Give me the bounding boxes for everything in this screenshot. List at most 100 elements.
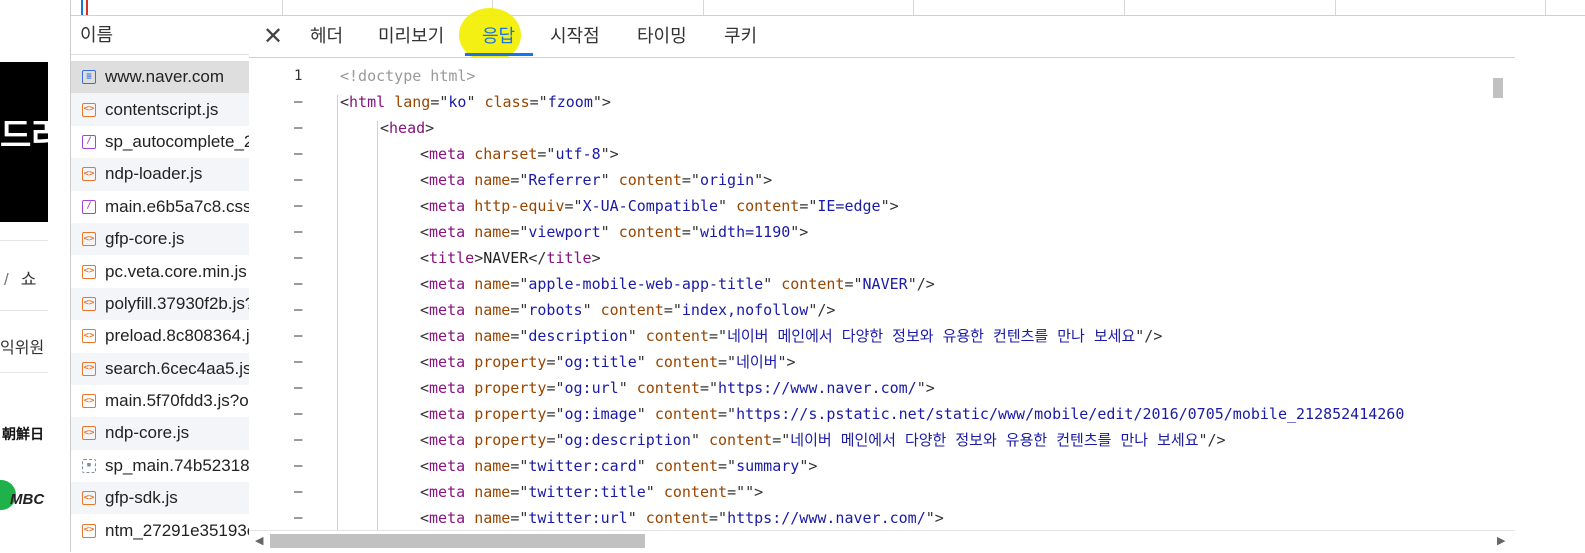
response-source-viewer[interactable]: 1 <!doctype html> – <html lang="ko" class="… (249, 58, 1515, 530)
code-source: <meta name="twitter:title" content=""> (420, 479, 763, 505)
code-line[interactable]: – <meta property="og:image" content="http… (249, 401, 1499, 427)
code-line[interactable]: – <meta name="twitter:card" content="summ… (249, 453, 1499, 479)
line-number[interactable]: – (294, 349, 314, 375)
waterfall-overview[interactable] (71, 0, 1585, 16)
scrollbar-thumb[interactable] (270, 534, 645, 548)
code-token: content (618, 223, 682, 241)
code-line[interactable]: – <meta name="Referrer" content="origin"> (249, 167, 1499, 193)
line-number[interactable]: – (294, 505, 314, 530)
tab-timing[interactable]: 타이밍 (637, 22, 687, 48)
scroll-right-arrow-icon[interactable]: ▶ (1497, 534, 1505, 547)
code-line[interactable]: – <title>NAVER</title> (249, 245, 1499, 271)
scrollbar-thumb[interactable] (1493, 78, 1503, 98)
line-number[interactable]: – (294, 115, 314, 141)
press-logo-chosun[interactable]: 朝鮮日 (2, 424, 44, 444)
line-number[interactable]: – (294, 219, 314, 245)
code-token: < (420, 431, 430, 449)
code-token: https://www.naver.com/ (718, 379, 917, 397)
tab-cookies[interactable]: 쿠키 (724, 22, 757, 48)
nav-item-shopping[interactable]: 쇼 (21, 270, 37, 289)
code-token: name (474, 223, 511, 241)
page-text[interactable]: 익위원 (0, 334, 44, 358)
script-icon: <> (82, 361, 96, 376)
tab-initiator[interactable]: 시작점 (550, 22, 600, 48)
code-line[interactable]: – <meta name="robots" content="index,nofo… (249, 297, 1499, 323)
line-number[interactable]: – (294, 375, 314, 401)
code-token: content (618, 171, 682, 189)
code-source: <html lang="ko" class="fzoom"> (340, 89, 611, 115)
line-number[interactable]: – (294, 401, 314, 427)
code-line[interactable]: – <meta property="og:description" content… (249, 427, 1499, 453)
line-number[interactable]: 1 (294, 63, 314, 89)
press-logo-mbc[interactable]: MBC (10, 491, 44, 508)
code-token: description (528, 327, 628, 345)
line-number[interactable]: – (294, 141, 314, 167)
code-line[interactable]: – <html lang="ko" class="fzoom"> (249, 89, 1499, 115)
code-token: lang (394, 93, 431, 111)
waterfall-gridline (703, 0, 704, 15)
detail-tab-bar: ✕ 헤더 미리보기 응답 시작점 타이밍 쿠키 (249, 8, 1515, 62)
line-number[interactable]: – (294, 167, 314, 193)
code-line[interactable]: – <meta name="twitter:title" content=""> (249, 479, 1499, 505)
code-token: "> (600, 145, 619, 163)
code-token: "> (777, 353, 796, 371)
line-number[interactable]: – (294, 245, 314, 271)
line-number[interactable]: – (294, 193, 314, 219)
code-token: =" (564, 197, 583, 215)
code-token: < (420, 327, 430, 345)
code-token: =" (529, 93, 548, 111)
code-line[interactable]: – <meta name="description" content="네이버 메… (249, 323, 1499, 349)
code-token: content (654, 457, 719, 475)
code-token: =" (718, 457, 737, 475)
tab-response[interactable]: 응답 (482, 22, 515, 48)
code-line[interactable]: – <meta charset="utf-8"> (249, 141, 1499, 167)
line-number[interactable]: – (294, 89, 314, 115)
line-number[interactable]: – (294, 479, 314, 505)
line-number[interactable]: – (294, 271, 314, 297)
waterfall-gridline (1335, 0, 1336, 15)
line-number[interactable]: – (294, 427, 314, 453)
code-token: =" (510, 457, 529, 475)
code-token: =" (510, 301, 529, 319)
code-token: =" (546, 379, 565, 397)
waterfall-marker-red (86, 0, 88, 15)
code-line[interactable]: 1 <!doctype html> (249, 63, 1499, 89)
line-number[interactable]: – (294, 453, 314, 479)
code-token: head (389, 119, 426, 137)
code-line[interactable]: – <meta http-equiv="X-UA-Compatible" cont… (249, 193, 1499, 219)
code-horizontal-scrollbar[interactable]: ◀ ▶ (249, 530, 1515, 553)
code-line[interactable]: – <meta name="apple-mobile-web-app-title"… (249, 271, 1499, 297)
line-number[interactable]: – (294, 297, 314, 323)
scroll-left-arrow-icon[interactable]: ◀ (255, 534, 263, 547)
code-token: content (654, 353, 719, 371)
code-token: property (474, 431, 547, 449)
code-token: " (600, 223, 619, 241)
code-token: < (420, 509, 430, 527)
tab-headers[interactable]: 헤더 (310, 22, 343, 48)
code-line[interactable]: – <meta name="viewport" content="width=11… (249, 219, 1499, 245)
code-line[interactable]: – <head> (249, 115, 1499, 141)
code-line[interactable]: – <meta property="og:url" content="https:… (249, 375, 1499, 401)
script-icon: <> (82, 426, 96, 441)
code-token: "> (880, 197, 899, 215)
code-token: fzoom (547, 93, 593, 111)
code-token: =" (510, 275, 529, 293)
line-number[interactable]: – (294, 323, 314, 349)
divider (0, 310, 48, 311)
code-token: "> (754, 171, 773, 189)
code-token: < (420, 405, 430, 423)
code-token: =" (772, 431, 791, 449)
code-token: og:url (564, 379, 619, 397)
code-line[interactable]: – <meta property="og:title" content="네이버"… (249, 349, 1499, 375)
close-icon[interactable]: ✕ (262, 22, 284, 51)
code-token: " (627, 327, 646, 345)
code-token: meta (429, 223, 466, 241)
code-line[interactable]: – <meta name="twitter:url" content="https… (249, 505, 1499, 530)
code-vertical-scrollbar[interactable] (1490, 58, 1506, 530)
tab-preview[interactable]: 미리보기 (378, 22, 444, 48)
